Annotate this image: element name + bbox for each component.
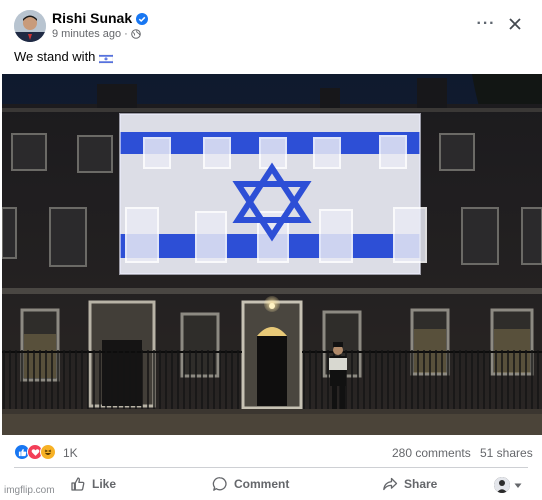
verified-badge-icon [136, 12, 149, 25]
post-caption: We stand with [14, 49, 114, 64]
author-name[interactable]: Rishi Sunak [52, 10, 132, 26]
post-header: Rishi Sunak 9 minutes ago · ··· [0, 0, 542, 46]
like-button[interactable]: Like [70, 476, 116, 492]
share-label: Share [404, 477, 438, 491]
comment-label: Comment [234, 477, 290, 491]
meta-separator: · [124, 28, 128, 40]
post-timestamp[interactable]: 9 minutes ago [52, 28, 121, 40]
share-arrow-icon [382, 476, 398, 492]
reaction-icons[interactable] [14, 444, 56, 460]
more-options-button[interactable]: ··· [474, 12, 498, 36]
post-stats: 1K 280 comments 51 shares [0, 440, 542, 464]
post-actions: Like Comment Share [0, 470, 542, 500]
comment-button[interactable]: Comment [212, 476, 289, 492]
post-photo[interactable] [2, 74, 542, 435]
actions-divider [14, 467, 528, 468]
imgflip-watermark: imgflip.com [4, 485, 55, 496]
facebook-post: Rishi Sunak 9 minutes ago · ··· We stand… [0, 0, 542, 500]
share-button[interactable]: Share [382, 476, 437, 492]
comment-bubble-icon [212, 476, 228, 492]
reaction-count[interactable]: 1K [63, 446, 78, 460]
globe-icon [130, 29, 141, 39]
more-dots-icon: ··· [476, 15, 496, 32]
caption-text: We stand with [14, 49, 96, 64]
comments-count[interactable]: 280 comments [392, 446, 471, 460]
reaction-account-selector[interactable] [494, 477, 522, 493]
close-button[interactable] [503, 12, 527, 36]
israel-flag-emoji [99, 52, 114, 64]
thumbs-up-icon [70, 476, 86, 492]
close-icon [509, 18, 521, 30]
shares-count[interactable]: 51 shares [480, 446, 533, 460]
haha-reaction-icon [40, 444, 56, 460]
author-avatar[interactable] [14, 10, 46, 42]
dropdown-caret-icon [514, 478, 522, 492]
account-avatar [494, 477, 510, 493]
like-label: Like [92, 477, 117, 491]
